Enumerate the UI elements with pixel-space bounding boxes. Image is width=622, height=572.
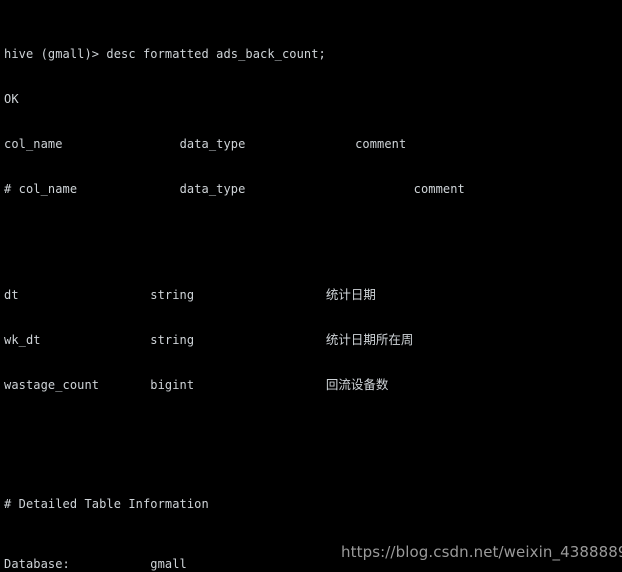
status-ok-line: OK [4, 92, 19, 106]
column-name: wastage_count [4, 378, 151, 392]
columns-header-line: # col_name data_type comment [4, 182, 560, 196]
csdn-watermark: https://blog.csdn.net/weixin_43888899 [341, 543, 622, 561]
column-name: dt [4, 288, 151, 302]
hive-prompt-line: hive (gmall)> desc formatted ads_back_co… [4, 47, 326, 61]
column-type: bigint [150, 378, 326, 392]
detail-label: Database: [4, 557, 151, 571]
column-row: wk_dt string 统计日期所在周 [4, 332, 575, 347]
blank-line-2 [4, 437, 575, 452]
detail-value: gmall [150, 557, 326, 571]
column-row: dt string 统计日期 [4, 287, 575, 302]
column-comment: 统计日期 [325, 287, 376, 302]
column-row: wastage_count bigint 回流设备数 [4, 377, 575, 392]
column-type: string [150, 288, 326, 302]
column-type: string [150, 333, 326, 347]
terminal-output: hive (gmall)> desc formatted ads_back_co… [4, 2, 575, 572]
blank-line-1 [4, 227, 575, 242]
detailed-table-information-title: # Detailed Table Information [4, 497, 209, 511]
terminal-window[interactable]: hive (gmall)> desc formatted ads_back_co… [0, 0, 622, 572]
column-comment: 统计日期所在周 [325, 332, 414, 347]
column-comment: 回流设备数 [325, 377, 389, 392]
result-header-line: col_name data_type comment [4, 137, 407, 151]
column-name: wk_dt [4, 333, 151, 347]
